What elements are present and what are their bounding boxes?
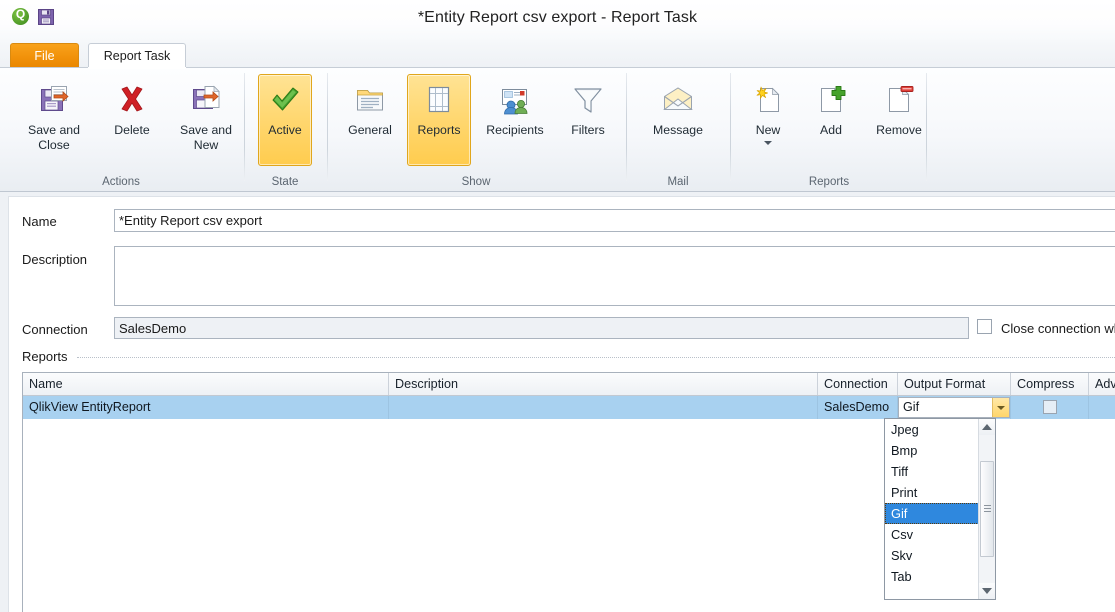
column-header-advanced[interactable]: Advan: [1089, 373, 1115, 395]
reports-grid-header: Name Description Connection Output Forma…: [23, 373, 1115, 396]
ribbon-group-label-show: Show: [331, 176, 621, 188]
reports-table-icon: [422, 83, 456, 117]
column-header-connection[interactable]: Connection: [818, 373, 898, 395]
ribbon-button-message[interactable]: Message: [640, 74, 716, 166]
ribbon-separator: [244, 73, 245, 181]
tab-file[interactable]: File: [10, 43, 79, 68]
general-list-icon: [353, 83, 387, 117]
ribbon-group-reports: New Add: [734, 68, 924, 190]
ribbon-button-new[interactable]: New: [738, 74, 798, 178]
ribbon-group-show: General Reports: [331, 68, 621, 190]
ribbon-button-label: Add: [820, 123, 842, 138]
new-document-icon: [751, 83, 785, 117]
description-label: Description: [22, 252, 87, 267]
name-label: Name: [22, 214, 57, 229]
ribbon-button-delete[interactable]: Delete: [98, 74, 166, 166]
ribbon-button-label: Message: [653, 123, 703, 138]
delete-x-icon: [115, 83, 149, 117]
ribbon-separator: [730, 73, 731, 181]
cell-name: QlikView EntityReport: [23, 396, 389, 419]
ribbon-button-label: Delete: [114, 123, 150, 138]
ribbon-button-label: General: [348, 123, 392, 138]
ribbon-separator: [327, 73, 328, 181]
title-bar: *Entity Report csv export - Report Task: [0, 0, 1115, 40]
dropdown-scrollbar[interactable]: [978, 419, 995, 599]
cell-advanced: [1089, 396, 1115, 419]
ribbon-button-label: Reports: [417, 123, 460, 138]
ribbon-tab-strip: File Report Task: [0, 40, 1115, 68]
cell-description: [389, 396, 818, 419]
ribbon-separator: [926, 73, 927, 181]
column-header-output-format[interactable]: Output Format: [898, 373, 1011, 395]
reports-section-label: Reports: [22, 349, 74, 364]
task-editor-pane: Name Description Connection Close connec…: [0, 192, 1115, 612]
compress-checkbox[interactable]: [1043, 400, 1057, 414]
ribbon-group-label-state: State: [248, 176, 322, 188]
ribbon-group-label-reports: Reports: [734, 176, 924, 188]
window-title: *Entity Report csv export - Report Task: [0, 0, 1115, 36]
task-editor-surface: Name Description Connection Close connec…: [8, 196, 1115, 612]
ribbon-group-actions: Save and Close Delete: [6, 68, 236, 190]
save-and-close-icon: [37, 83, 71, 117]
ribbon-button-label: New: [756, 123, 781, 138]
connection-input[interactable]: [114, 317, 969, 339]
output-format-combobox[interactable]: Gif: [898, 397, 1010, 418]
column-header-name[interactable]: Name: [23, 373, 389, 395]
close-connection-checkbox[interactable]: [977, 319, 992, 334]
ribbon-button-label: Recipients: [486, 123, 543, 138]
ribbon-button-add[interactable]: Add: [802, 74, 860, 166]
column-header-compress[interactable]: Compress: [1011, 373, 1089, 395]
cell-connection: SalesDemo: [818, 396, 898, 419]
chevron-down-icon[interactable]: [764, 141, 772, 145]
recipients-icon: [498, 83, 532, 117]
envelope-icon: [661, 83, 695, 117]
name-input[interactable]: [114, 209, 1115, 232]
ribbon-button-save-and-new[interactable]: Save and New: [166, 74, 246, 166]
ribbon-button-label: Save and New: [180, 123, 232, 153]
ribbon-group-label-actions: Actions: [6, 176, 236, 188]
reports-section-rule: [77, 357, 1115, 358]
column-header-description[interactable]: Description: [389, 373, 818, 395]
ribbon-group-mail: Message Mail: [630, 68, 726, 190]
output-format-value: Gif: [903, 398, 919, 417]
report-task-window: *Entity Report csv export - Report Task …: [0, 0, 1115, 612]
ribbon-group-state: Active State: [248, 68, 322, 190]
connection-label: Connection: [22, 322, 88, 337]
ribbon-button-remove[interactable]: Remove: [862, 74, 936, 166]
ribbon-button-filters[interactable]: Filters: [559, 74, 617, 166]
ribbon-button-save-and-close[interactable]: Save and Close: [14, 74, 94, 166]
ribbon-button-label: Active: [268, 123, 302, 138]
close-connection-label: Close connection wh: [1001, 321, 1115, 336]
ribbon-button-recipients[interactable]: Recipients: [475, 74, 555, 166]
checkmark-icon: [268, 83, 302, 117]
ribbon-button-general[interactable]: General: [337, 74, 403, 166]
ribbon-button-label: Save and Close: [28, 123, 80, 153]
chevron-down-icon[interactable]: [992, 398, 1009, 417]
ribbon-button-label: Filters: [571, 123, 604, 138]
ribbon-group-label-mail: Mail: [630, 176, 726, 188]
add-document-icon: [814, 83, 848, 117]
scroll-up-arrow-icon[interactable]: [979, 419, 995, 435]
description-textarea[interactable]: [114, 246, 1115, 306]
ribbon-button-label: Remove: [876, 123, 922, 138]
grip-icon: [984, 505, 991, 513]
ribbon-separator: [626, 73, 627, 181]
ribbon: Save and Close Delete: [0, 68, 1115, 192]
scrollbar-thumb[interactable]: [980, 461, 994, 557]
output-format-dropdown-list[interactable]: Jpeg Bmp Tiff Print Gif Csv Skv Tab: [884, 418, 996, 600]
save-and-new-icon: [189, 83, 223, 117]
remove-document-icon: [882, 83, 916, 117]
tab-report-task[interactable]: Report Task: [88, 43, 186, 68]
ribbon-button-active[interactable]: Active: [258, 74, 312, 166]
filter-funnel-icon: [571, 83, 605, 117]
scroll-down-arrow-icon[interactable]: [979, 583, 995, 599]
ribbon-button-reports[interactable]: Reports: [407, 74, 471, 166]
